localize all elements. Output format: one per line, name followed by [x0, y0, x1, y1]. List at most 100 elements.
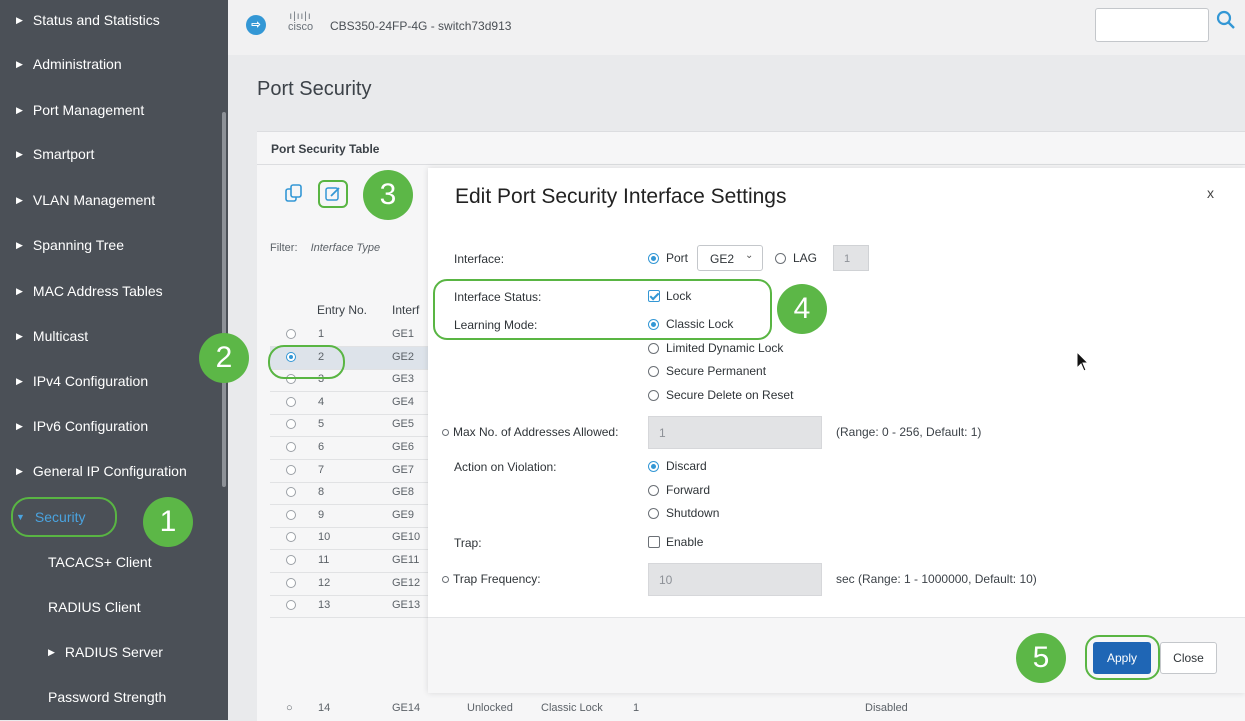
sidebar-item-label: Smartport	[32, 146, 95, 162]
sidebar-item-label: Administration	[32, 56, 122, 72]
lag-select[interactable]: 1	[833, 245, 869, 271]
violation-forward-radio[interactable]: Forward	[648, 483, 710, 497]
lag-radio[interactable]: LAG	[775, 251, 817, 265]
trap-frequency-text: Trap Frequency:	[453, 572, 541, 586]
row-radio[interactable]	[286, 442, 296, 452]
column-header-entry-no[interactable]: Entry No.	[317, 303, 367, 317]
table-row[interactable]: 10 GE10	[270, 527, 440, 549]
row-entry-no: 13	[318, 599, 331, 611]
table-row[interactable]: 6 GE6	[270, 437, 440, 459]
sidebar-item-label: IPv4 Configuration	[32, 373, 149, 389]
row-trap: Disabled	[865, 702, 908, 714]
max-addresses-label: Max No. of Addresses Allowed:	[442, 425, 618, 439]
step-badge-3: 3	[363, 170, 413, 220]
chevron-right-icon: ▶	[16, 285, 23, 296]
table-row[interactable]: 7 GE7	[270, 460, 440, 482]
row-radio[interactable]	[286, 555, 296, 565]
sidebar-item-administration[interactable]: ▶ Administration	[0, 44, 224, 84]
sidebar-subitem-radius-client[interactable]: RADIUS Client	[0, 587, 224, 627]
row-interface: GE8	[392, 486, 415, 498]
row-radio[interactable]	[286, 487, 296, 497]
trap-frequency-label: Trap Frequency:	[442, 572, 541, 586]
row-radio[interactable]	[286, 329, 296, 339]
sidebar-item-status-and-statistics[interactable]: ▶ Status and Statistics	[0, 0, 224, 40]
trap-frequency-hint: sec (Range: 1 - 1000000, Default: 10)	[836, 572, 1037, 586]
violation-discard-radio[interactable]: Discard	[648, 459, 707, 473]
row-divider	[270, 617, 440, 618]
sidebar-item-general-ip-configuration[interactable]: ▶ General IP Configuration	[0, 451, 224, 491]
table-row[interactable]: 13 GE13	[270, 595, 440, 617]
chevron-right-icon: ▶	[16, 58, 23, 69]
learning-limited-dynamic-lock-radio[interactable]: Limited Dynamic Lock	[648, 341, 783, 355]
sidebar-item-label: Password Strength	[48, 689, 167, 705]
search-input[interactable]	[1095, 8, 1209, 42]
sidebar-subitem-password-strength[interactable]: Password Strength	[0, 677, 224, 717]
filter-value[interactable]: Interface Type	[311, 242, 381, 254]
option-label: Limited Dynamic Lock	[666, 341, 784, 355]
table-row[interactable]: 1 GE1	[270, 324, 440, 346]
sidebar-item-vlan-management[interactable]: ▶ VLAN Management	[0, 180, 224, 220]
info-icon	[442, 576, 449, 584]
page-title: Port Security	[257, 78, 372, 100]
violation-shutdown-radio[interactable]: Shutdown	[648, 506, 719, 520]
row-radio[interactable]	[286, 578, 296, 588]
max-addresses-input[interactable]: 1	[648, 416, 822, 449]
step-badge-2: 2	[199, 333, 249, 383]
row-radio[interactable]	[286, 465, 296, 475]
action-on-violation-label: Action on Violation:	[454, 460, 557, 474]
row-entry-no: 14	[318, 702, 331, 714]
trap-enable-label: Enable	[666, 535, 704, 549]
close-icon[interactable]: x	[1207, 185, 1214, 201]
radio-selected-icon	[648, 460, 659, 472]
column-header-interface[interactable]: Interf	[392, 303, 419, 317]
table-row[interactable]: 5 GE5	[270, 414, 440, 436]
port-radio[interactable]: Port	[648, 251, 688, 265]
learning-secure-permanent-radio[interactable]: Secure Permanent	[648, 364, 766, 378]
row-radio[interactable]	[286, 397, 296, 407]
chevron-right-icon: ▶	[16, 239, 23, 250]
max-addresses-hint: (Range: 0 - 256, Default: 1)	[836, 425, 982, 439]
chevron-right-icon: ▶	[16, 148, 23, 159]
table-row[interactable]: 9 GE9	[270, 505, 440, 527]
row-radio[interactable]	[286, 510, 296, 520]
sidebar-subitem-radius-server[interactable]: ▶ RADIUS Server	[0, 632, 224, 672]
chevron-right-icon: ▶	[16, 194, 23, 205]
row-radio[interactable]	[286, 419, 296, 429]
table-row[interactable]: 4 GE4	[270, 392, 440, 414]
sidebar-item-spanning-tree[interactable]: ▶ Spanning Tree	[0, 225, 224, 265]
table-row[interactable]: 11 GE11	[270, 550, 440, 572]
table-row[interactable]: 12 GE12	[270, 573, 440, 595]
search-icon[interactable]	[1216, 10, 1236, 30]
sidebar-item-mac-address-tables[interactable]: ▶ MAC Address Tables	[0, 271, 224, 311]
trap-enable-checkbox[interactable]: Enable	[648, 535, 703, 549]
sidebar-item-smartport[interactable]: ▶ Smartport	[0, 134, 224, 174]
row-interface: GE7	[392, 464, 415, 476]
sidebar-item-label: VLAN Management	[32, 192, 156, 208]
copy-settings-icon[interactable]	[283, 182, 305, 204]
trap-frequency-input[interactable]: 10	[648, 563, 822, 596]
row-entry-no: 6	[318, 441, 325, 453]
sidebar-subitem-tacacs-client[interactable]: TACACS+ Client	[0, 542, 224, 582]
edit-button[interactable]	[318, 180, 348, 208]
sidebar-item-ipv4-configuration[interactable]: ▶ IPv4 Configuration	[0, 361, 224, 401]
row-radio[interactable]	[286, 600, 296, 610]
row-entry-no: 1	[318, 328, 325, 340]
port-select[interactable]: GE2 ⌄	[697, 245, 763, 271]
mouse-cursor-icon	[1076, 351, 1090, 372]
sidebar-item-label: IPv6 Configuration	[32, 418, 149, 434]
learning-secure-delete-radio[interactable]: Secure Delete on Reset	[648, 388, 793, 402]
sidebar-item-port-management[interactable]: ▶ Port Management	[0, 90, 224, 130]
table-row[interactable]: 8 GE8	[270, 482, 440, 504]
app-menu-icon[interactable]: ⇨	[246, 15, 266, 35]
row-entry-no: 12	[318, 577, 331, 589]
row-radio[interactable]	[286, 532, 296, 542]
port-select-value: GE2	[710, 252, 735, 266]
close-button[interactable]: Close	[1160, 642, 1217, 674]
option-label: Secure Permanent	[666, 364, 767, 378]
option-label: Secure Delete on Reset	[666, 388, 794, 402]
row-entry-no: 9	[318, 509, 325, 521]
checkbox-icon	[648, 536, 660, 548]
sidebar-item-multicast[interactable]: ▶ Multicast	[0, 316, 224, 356]
row-radio[interactable]: ○	[286, 702, 293, 714]
sidebar-item-ipv6-configuration[interactable]: ▶ IPv6 Configuration	[0, 406, 224, 446]
